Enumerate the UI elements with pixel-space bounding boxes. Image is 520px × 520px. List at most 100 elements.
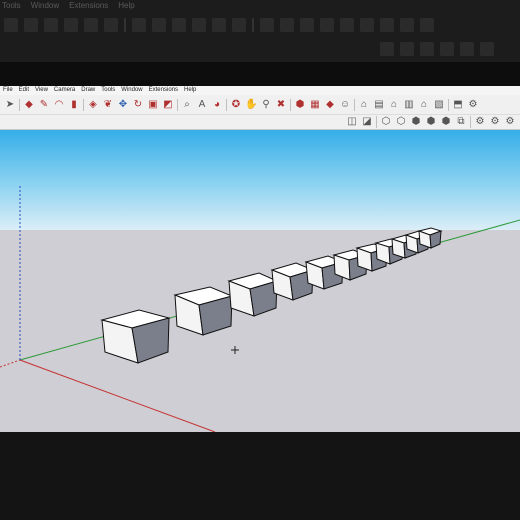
menu-view[interactable]: View [35,86,48,95]
background-tool-icon [24,18,38,32]
toolbar-separator [448,98,449,111]
menu-camera[interactable]: Camera [54,86,75,95]
move-icon[interactable]: ✥ [117,99,129,111]
background-app-window: Tools Window Extensions Help [0,0,520,62]
menu-draw[interactable]: Draw [81,86,95,95]
background-toolbar [0,12,520,38]
section-icon[interactable]: ⧉ [455,116,467,128]
background-menu-tools: Tools [2,1,21,10]
box-2[interactable] [173,286,234,336]
pan-icon[interactable]: ✋ [245,99,257,111]
eraser-icon[interactable]: ◆ [23,99,35,111]
menu-extensions[interactable]: Extensions [149,86,178,95]
move-cursor-icon [231,346,239,354]
background-tool-icon [44,18,58,32]
box-1[interactable] [100,309,171,364]
background-gap [0,62,520,86]
drawing-viewport[interactable] [0,130,520,432]
textures-icon[interactable]: ⬢ [425,116,437,128]
iso-view-icon[interactable]: ⌂ [358,99,370,111]
shaded-icon[interactable]: ⬢ [410,116,422,128]
box-11[interactable] [417,227,443,249]
left-view-icon[interactable]: ▧ [433,99,445,111]
monochrome-icon[interactable]: ⬢ [440,116,452,128]
paint-bucket-icon[interactable]: ◕ [211,99,223,111]
offset-icon[interactable]: ◩ [162,99,174,111]
xray-icon[interactable]: ◫ [346,116,358,128]
background-tool-icon [260,18,274,32]
scale-icon[interactable]: ▣ [147,99,159,111]
background-tool-icon [480,42,494,56]
menu-edit[interactable]: Edit [19,86,29,95]
arc-icon[interactable]: ◠ [53,99,65,111]
background-tool-icon [360,18,374,32]
right-view-icon[interactable]: ▥ [403,99,415,111]
background-tool-icon [320,18,334,32]
toolbar-separator [376,116,377,128]
text-icon[interactable]: A [196,99,208,111]
background-tool-icon [212,18,226,32]
background-tool-icon [4,18,18,32]
wireframe-icon[interactable]: ⬡ [380,116,392,128]
box-3[interactable] [227,272,279,317]
toolbar-separator [226,98,227,111]
camera-icon[interactable]: ⬒ [452,99,464,111]
tape-measure-icon[interactable]: ⌕ [181,99,193,111]
background-tool-icon [172,18,186,32]
background-tool-icon [84,18,98,32]
hidden-line-icon[interactable]: ⬡ [395,116,407,128]
sketchup-window: File Edit View Camera Draw Tools Window … [0,86,520,432]
menubar: File Edit View Camera Draw Tools Window … [0,86,520,95]
toolbar-separator [354,98,355,111]
background-tool-icon [380,18,394,32]
background-tool-icon [232,18,246,32]
menu-tools[interactable]: Tools [101,86,115,95]
main-toolbar: ➤ ◆ ✎ ◠ ▮ ◈ ❦ ✥ ↻ ▣ ◩ ⌕ A ◕ ✪ ✋ ⚲ ✖ ⬢ ▦ … [0,95,520,115]
background-tool-icon [192,18,206,32]
ruby-icon[interactable]: ◆ [324,99,336,111]
extension-warehouse-icon[interactable]: ▦ [309,99,321,111]
background-tool-icon [440,42,454,56]
zoom-icon[interactable]: ⚲ [260,99,272,111]
shape-icon[interactable]: ▮ [68,99,80,111]
warehouse-icon[interactable]: ⬢ [294,99,306,111]
gear-icon[interactable]: ⚙ [504,116,516,128]
back-edges-icon[interactable]: ◪ [361,116,373,128]
background-tool-icon [104,18,118,32]
push-pull-icon[interactable]: ◈ [87,99,99,111]
menu-help[interactable]: Help [184,86,196,95]
front-view-icon[interactable]: ⌂ [388,99,400,111]
rotate-icon[interactable]: ↻ [132,99,144,111]
top-view-icon[interactable]: ▤ [373,99,385,111]
select-icon[interactable]: ➤ [4,99,16,111]
background-tool-icon [64,18,78,32]
background-bottom [0,432,520,520]
red-axis [19,359,216,432]
zoom-extents-icon[interactable]: ✖ [275,99,287,111]
toolbar-separator [470,116,471,128]
background-menu-window: Window [30,1,60,10]
orbit-icon[interactable]: ✪ [230,99,242,111]
toolbar-separator [83,98,84,111]
background-tool-icon [340,18,354,32]
background-menu-extensions: Extensions [69,1,109,10]
background-tool-icon [420,42,434,56]
scene-geometry [0,185,520,432]
follow-me-icon[interactable]: ❦ [102,99,114,111]
background-tool-icon [400,18,414,32]
pencil-icon[interactable]: ✎ [38,99,50,111]
toolbar-separator [177,98,178,111]
menu-file[interactable]: File [3,86,13,95]
background-menubar: Tools Window Extensions Help [0,0,520,12]
background-tool-icon [400,42,414,56]
gear-icon[interactable]: ⚙ [489,116,501,128]
account-icon[interactable]: ☺ [339,99,351,111]
menu-window[interactable]: Window [121,86,142,95]
background-tool-icon [152,18,166,32]
settings-icon[interactable]: ⚙ [467,99,479,111]
background-tool-icon [460,42,474,56]
back-view-icon[interactable]: ⌂ [418,99,430,111]
background-tool-icon [280,18,294,32]
gear-icon[interactable]: ⚙ [474,116,486,128]
background-tool-icon [300,18,314,32]
